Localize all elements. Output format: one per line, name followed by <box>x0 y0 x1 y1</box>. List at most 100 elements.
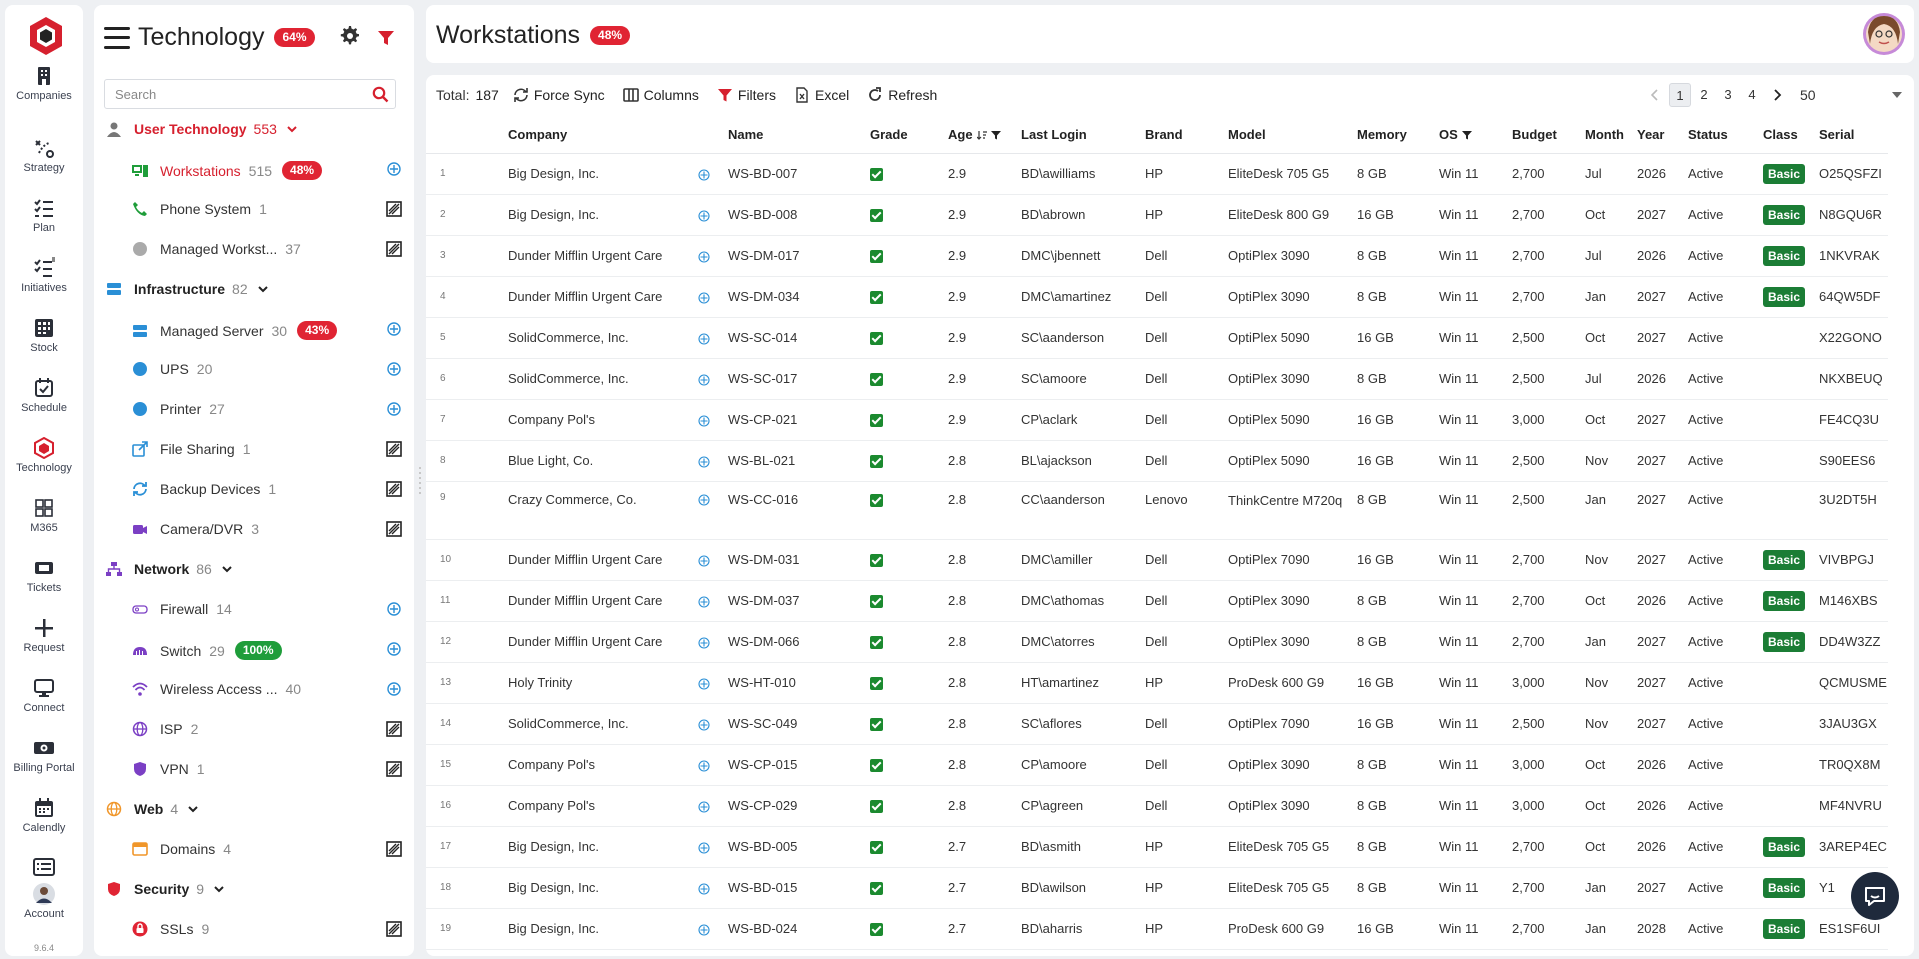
open-link-icon[interactable] <box>698 596 710 608</box>
filter-icon[interactable] <box>1461 130 1472 140</box>
page-button[interactable]: 4 <box>1741 83 1763 107</box>
sidebar-item-vpn[interactable]: VPN 1 <box>132 761 402 777</box>
rail-request[interactable]: Request <box>5 617 83 654</box>
sidebar-item-wireless-access[interactable]: Wireless Access ... 40 <box>132 681 402 697</box>
table-row[interactable]: 15 Company Pol's WS-CP-015 2.8 CP\amoore Dell… <box>426 744 1888 786</box>
filter-icon[interactable] <box>990 130 1001 140</box>
menu-icon[interactable] <box>104 26 130 49</box>
add-icon[interactable] <box>386 361 402 377</box>
rail-schedule[interactable]: Schedule <box>5 377 83 414</box>
search-icon[interactable] <box>372 86 389 103</box>
rail-calendly[interactable]: Calendly <box>5 797 83 834</box>
open-link-icon[interactable] <box>698 637 710 649</box>
table-row[interactable]: 6 SolidCommerce, Inc. WS-SC-017 2.9 SC\amoor… <box>426 358 1888 400</box>
column-header-month[interactable]: Month <box>1575 117 1627 154</box>
force-sync-button[interactable]: Force Sync <box>513 87 605 103</box>
no-integration-icon[interactable] <box>386 761 402 777</box>
filter-icon[interactable] <box>377 29 395 47</box>
rail-initiatives[interactable]: Initiatives <box>5 257 83 294</box>
user-avatar[interactable] <box>1862 12 1906 56</box>
chevron-right-icon[interactable] <box>1770 88 1784 102</box>
add-icon[interactable] <box>386 401 402 417</box>
no-integration-icon[interactable] <box>386 921 402 937</box>
sidebar-item-domains[interactable]: Domains 4 <box>132 841 402 857</box>
cell-link[interactable] <box>688 317 718 359</box>
chat-launcher-button[interactable] <box>1851 872 1899 920</box>
open-link-icon[interactable] <box>698 555 710 567</box>
open-link-icon[interactable] <box>698 251 710 263</box>
add-icon[interactable] <box>386 641 402 657</box>
no-integration-icon[interactable] <box>386 721 402 737</box>
add-icon[interactable] <box>386 161 402 177</box>
refresh-button[interactable]: Refresh <box>867 87 937 103</box>
panel-resize-handle[interactable] <box>417 465 423 495</box>
table-row[interactable]: 3 Dunder Mifflin Urgent Care WS-DM-017 2.9 D… <box>426 235 1888 277</box>
sidebar-item-switch[interactable]: Switch 29 100% <box>132 641 402 660</box>
cell-link[interactable] <box>688 744 718 786</box>
cell-link[interactable] <box>688 662 718 704</box>
table-row[interactable]: 7 Company Pol's WS-CP-021 2.9 CP\aclark Dell O… <box>426 399 1888 441</box>
sidebar-item-backup-devices[interactable]: Backup Devices 1 <box>132 481 402 497</box>
category-network[interactable]: Network 86 <box>106 561 233 577</box>
cell-link[interactable] <box>688 440 718 482</box>
cell-link[interactable] <box>688 194 718 236</box>
no-integration-icon[interactable] <box>386 481 402 497</box>
cell-link[interactable] <box>688 580 718 622</box>
table-row[interactable]: 5 SolidCommerce, Inc. WS-SC-014 2.9 SC\aande… <box>426 317 1888 359</box>
column-header-class[interactable]: Class <box>1753 117 1809 154</box>
table-row[interactable]: 19 Big Design, Inc. WS-BD-024 2.7 BD\aharris… <box>426 908 1888 950</box>
sidebar-item-phone-system[interactable]: Phone System 1 <box>132 201 402 217</box>
cell-link[interactable] <box>688 826 718 868</box>
table-row[interactable]: 16 Company Pol's WS-CP-029 2.8 CP\agreen Dell… <box>426 785 1888 827</box>
open-link-icon[interactable] <box>698 292 710 304</box>
open-link-icon[interactable] <box>698 415 710 427</box>
table-row[interactable]: 9 Crazy Commerce, Co. WS-CC-016 2.8 CC\aande… <box>426 481 1888 540</box>
cell-link[interactable] <box>688 399 718 441</box>
open-link-icon[interactable] <box>698 374 710 386</box>
chevron-down-icon[interactable] <box>257 283 269 295</box>
page-button[interactable]: 1 <box>1669 83 1691 107</box>
app-logo[interactable] <box>25 15 67 57</box>
cell-link[interactable] <box>688 908 718 950</box>
table-row[interactable]: 4 Dunder Mifflin Urgent Care WS-DM-034 2.9 D… <box>426 276 1888 318</box>
column-header-last-login[interactable]: Last Login <box>1011 117 1135 154</box>
avatar[interactable] <box>33 883 55 905</box>
open-link-icon[interactable] <box>698 883 710 895</box>
column-header-name[interactable]: Name <box>718 117 860 154</box>
no-integration-icon[interactable] <box>386 521 402 537</box>
rail-account[interactable]: Account <box>5 857 83 920</box>
sidebar-item-workstations[interactable]: Workstations 515 48% <box>132 161 402 180</box>
sidebar-item-ups[interactable]: UPS 20 <box>132 361 402 377</box>
no-integration-icon[interactable] <box>386 441 402 457</box>
open-link-icon[interactable] <box>698 760 710 772</box>
page-button[interactable]: 2 <box>1693 83 1715 107</box>
filters-button[interactable]: Filters <box>717 87 776 103</box>
table-row[interactable]: 1 Big Design, Inc. WS-BD-007 2.9 BD\awilliam… <box>426 153 1888 195</box>
open-link-icon[interactable] <box>698 719 710 731</box>
rail-m365[interactable]: M365 <box>5 497 83 534</box>
cell-link[interactable] <box>688 358 718 400</box>
column-header-budget[interactable]: Budget <box>1502 117 1575 154</box>
column-header-year[interactable]: Year <box>1627 117 1678 154</box>
cell-link[interactable] <box>688 785 718 827</box>
open-link-icon[interactable] <box>698 169 710 181</box>
sidebar-item-file-sharing[interactable]: File Sharing 1 <box>132 441 402 457</box>
cell-link[interactable] <box>688 276 718 318</box>
table-row[interactable]: 11 Dunder Mifflin Urgent Care WS-DM-037 2.8… <box>426 580 1888 622</box>
column-header-os[interactable]: OS <box>1429 117 1502 154</box>
sidebar-item-firewall[interactable]: Firewall 14 <box>132 601 402 617</box>
table-row[interactable]: 12 Dunder Mifflin Urgent Care WS-DM-066 2.8… <box>426 621 1888 663</box>
rail-strategy[interactable]: Strategy <box>5 137 83 174</box>
no-integration-icon[interactable] <box>386 841 402 857</box>
add-icon[interactable] <box>386 321 402 337</box>
column-header-company[interactable]: Company <box>498 117 688 154</box>
rail-connect[interactable]: Connect <box>5 677 83 714</box>
cell-link[interactable] <box>688 153 718 195</box>
open-link-icon[interactable] <box>698 333 710 345</box>
rail-companies[interactable]: Companies <box>5 65 83 102</box>
sidebar-item-ssls[interactable]: SSLs 9 <box>132 921 402 937</box>
column-header-serial[interactable]: Serial <box>1809 117 1888 154</box>
open-link-icon[interactable] <box>698 924 710 936</box>
column-header-status[interactable]: Status <box>1678 117 1753 154</box>
category-web[interactable]: Web 4 <box>106 801 199 817</box>
